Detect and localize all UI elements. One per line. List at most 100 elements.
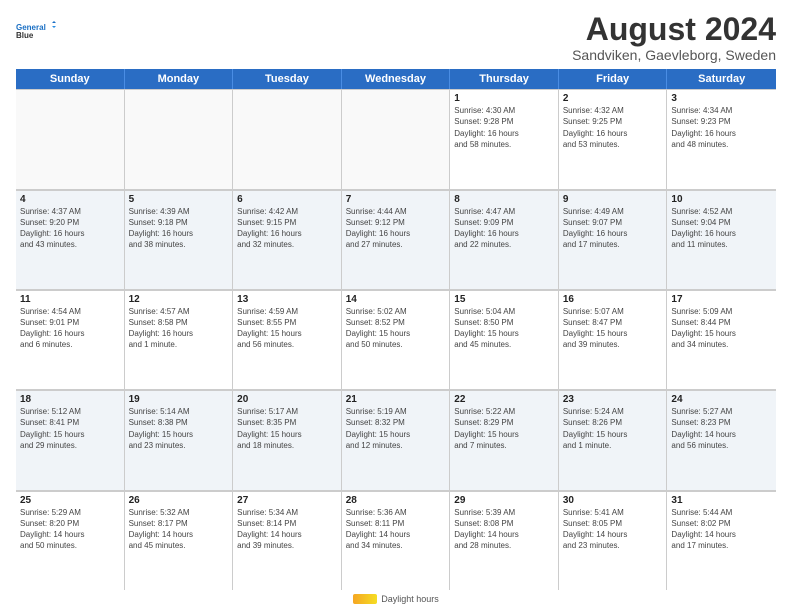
legend-bar	[353, 594, 377, 604]
cell-info: Sunrise: 5:07 AM Sunset: 8:47 PM Dayligh…	[563, 306, 663, 351]
cell-info: Sunrise: 5:12 AM Sunset: 8:41 PM Dayligh…	[20, 406, 120, 451]
cal-cell-w0-d5: 2Sunrise: 4:32 AM Sunset: 9:25 PM Daylig…	[559, 89, 668, 188]
cell-info: Sunrise: 4:54 AM Sunset: 9:01 PM Dayligh…	[20, 306, 120, 351]
day-number: 20	[237, 394, 337, 405]
cal-cell-w0-d6: 3Sunrise: 4:34 AM Sunset: 9:23 PM Daylig…	[667, 89, 776, 188]
cal-cell-w1-d4: 8Sunrise: 4:47 AM Sunset: 9:09 PM Daylig…	[450, 190, 559, 289]
cell-info: Sunrise: 4:42 AM Sunset: 9:15 PM Dayligh…	[237, 206, 337, 251]
cal-cell-w3-d3: 21Sunrise: 5:19 AM Sunset: 8:32 PM Dayli…	[342, 390, 451, 489]
day-number: 30	[563, 495, 663, 506]
cal-row-2: 11Sunrise: 4:54 AM Sunset: 9:01 PM Dayli…	[16, 290, 776, 390]
cal-cell-w2-d2: 13Sunrise: 4:59 AM Sunset: 8:55 PM Dayli…	[233, 290, 342, 389]
day-number: 14	[346, 294, 446, 305]
day-number: 4	[20, 194, 120, 205]
cell-info: Sunrise: 5:34 AM Sunset: 8:14 PM Dayligh…	[237, 507, 337, 552]
day-number: 21	[346, 394, 446, 405]
header-thursday: Thursday	[450, 69, 559, 89]
cal-cell-w2-d0: 11Sunrise: 4:54 AM Sunset: 9:01 PM Dayli…	[16, 290, 125, 389]
cal-cell-w4-d2: 27Sunrise: 5:34 AM Sunset: 8:14 PM Dayli…	[233, 491, 342, 590]
cal-cell-w2-d5: 16Sunrise: 5:07 AM Sunset: 8:47 PM Dayli…	[559, 290, 668, 389]
cell-info: Sunrise: 4:57 AM Sunset: 8:58 PM Dayligh…	[129, 306, 229, 351]
day-number: 25	[20, 495, 120, 506]
cell-info: Sunrise: 5:19 AM Sunset: 8:32 PM Dayligh…	[346, 406, 446, 451]
day-number: 13	[237, 294, 337, 305]
page: General Blue August 2024 Sandviken, Gaev…	[0, 0, 792, 612]
day-number: 11	[20, 294, 120, 305]
day-number: 19	[129, 394, 229, 405]
cell-info: Sunrise: 4:30 AM Sunset: 9:28 PM Dayligh…	[454, 105, 554, 150]
day-number: 22	[454, 394, 554, 405]
logo-svg: General Blue	[16, 12, 56, 48]
cell-info: Sunrise: 4:59 AM Sunset: 8:55 PM Dayligh…	[237, 306, 337, 351]
logo: General Blue	[16, 12, 56, 48]
cell-info: Sunrise: 5:36 AM Sunset: 8:11 PM Dayligh…	[346, 507, 446, 552]
header-saturday: Saturday	[667, 69, 776, 89]
header-sunday: Sunday	[16, 69, 125, 89]
cell-info: Sunrise: 5:22 AM Sunset: 8:29 PM Dayligh…	[454, 406, 554, 451]
cell-info: Sunrise: 5:14 AM Sunset: 8:38 PM Dayligh…	[129, 406, 229, 451]
cal-cell-w4-d0: 25Sunrise: 5:29 AM Sunset: 8:20 PM Dayli…	[16, 491, 125, 590]
day-number: 31	[671, 495, 772, 506]
cal-cell-w2-d4: 15Sunrise: 5:04 AM Sunset: 8:50 PM Dayli…	[450, 290, 559, 389]
cell-info: Sunrise: 4:44 AM Sunset: 9:12 PM Dayligh…	[346, 206, 446, 251]
cell-info: Sunrise: 5:04 AM Sunset: 8:50 PM Dayligh…	[454, 306, 554, 351]
header-tuesday: Tuesday	[233, 69, 342, 89]
cell-info: Sunrise: 4:49 AM Sunset: 9:07 PM Dayligh…	[563, 206, 663, 251]
cell-info: Sunrise: 4:47 AM Sunset: 9:09 PM Dayligh…	[454, 206, 554, 251]
calendar-body: 1Sunrise: 4:30 AM Sunset: 9:28 PM Daylig…	[16, 89, 776, 590]
day-number: 3	[671, 93, 772, 104]
header-monday: Monday	[125, 69, 234, 89]
cal-cell-w2-d6: 17Sunrise: 5:09 AM Sunset: 8:44 PM Dayli…	[667, 290, 776, 389]
cal-cell-w0-d0	[16, 89, 125, 188]
cal-cell-w3-d5: 23Sunrise: 5:24 AM Sunset: 8:26 PM Dayli…	[559, 390, 668, 489]
cell-info: Sunrise: 4:39 AM Sunset: 9:18 PM Dayligh…	[129, 206, 229, 251]
day-number: 18	[20, 394, 120, 405]
day-number: 29	[454, 495, 554, 506]
day-number: 9	[563, 194, 663, 205]
cal-cell-w1-d5: 9Sunrise: 4:49 AM Sunset: 9:07 PM Daylig…	[559, 190, 668, 289]
day-number: 24	[671, 394, 772, 405]
day-number: 2	[563, 93, 663, 104]
cal-row-1: 4Sunrise: 4:37 AM Sunset: 9:20 PM Daylig…	[16, 190, 776, 290]
day-number: 15	[454, 294, 554, 305]
cal-cell-w2-d3: 14Sunrise: 5:02 AM Sunset: 8:52 PM Dayli…	[342, 290, 451, 389]
cell-info: Sunrise: 5:24 AM Sunset: 8:26 PM Dayligh…	[563, 406, 663, 451]
cal-cell-w3-d6: 24Sunrise: 5:27 AM Sunset: 8:23 PM Dayli…	[667, 390, 776, 489]
cell-info: Sunrise: 5:17 AM Sunset: 8:35 PM Dayligh…	[237, 406, 337, 451]
footer-legend: Daylight hours	[353, 594, 439, 604]
cal-row-4: 25Sunrise: 5:29 AM Sunset: 8:20 PM Dayli…	[16, 491, 776, 590]
svg-text:Blue: Blue	[16, 31, 34, 40]
cal-cell-w1-d0: 4Sunrise: 4:37 AM Sunset: 9:20 PM Daylig…	[16, 190, 125, 289]
cal-cell-w4-d5: 30Sunrise: 5:41 AM Sunset: 8:05 PM Dayli…	[559, 491, 668, 590]
cal-cell-w1-d1: 5Sunrise: 4:39 AM Sunset: 9:18 PM Daylig…	[125, 190, 234, 289]
day-number: 6	[237, 194, 337, 205]
day-number: 5	[129, 194, 229, 205]
cal-cell-w3-d4: 22Sunrise: 5:22 AM Sunset: 8:29 PM Dayli…	[450, 390, 559, 489]
day-number: 10	[671, 194, 772, 205]
cal-cell-w0-d3	[342, 89, 451, 188]
cal-cell-w4-d4: 29Sunrise: 5:39 AM Sunset: 8:08 PM Dayli…	[450, 491, 559, 590]
cal-cell-w4-d3: 28Sunrise: 5:36 AM Sunset: 8:11 PM Dayli…	[342, 491, 451, 590]
location: Sandviken, Gaevleborg, Sweden	[572, 47, 776, 63]
cell-info: Sunrise: 4:32 AM Sunset: 9:25 PM Dayligh…	[563, 105, 663, 150]
cell-info: Sunrise: 5:27 AM Sunset: 8:23 PM Dayligh…	[671, 406, 772, 451]
day-number: 1	[454, 93, 554, 104]
header-friday: Friday	[559, 69, 668, 89]
cell-info: Sunrise: 5:32 AM Sunset: 8:17 PM Dayligh…	[129, 507, 229, 552]
cal-cell-w0-d4: 1Sunrise: 4:30 AM Sunset: 9:28 PM Daylig…	[450, 89, 559, 188]
footer: Daylight hours	[16, 590, 776, 604]
day-number: 28	[346, 495, 446, 506]
cal-cell-w3-d2: 20Sunrise: 5:17 AM Sunset: 8:35 PM Dayli…	[233, 390, 342, 489]
cell-info: Sunrise: 4:34 AM Sunset: 9:23 PM Dayligh…	[671, 105, 772, 150]
month-title: August 2024	[572, 12, 776, 47]
day-number: 8	[454, 194, 554, 205]
calendar-header: Sunday Monday Tuesday Wednesday Thursday…	[16, 69, 776, 89]
cal-row-3: 18Sunrise: 5:12 AM Sunset: 8:41 PM Dayli…	[16, 390, 776, 490]
day-number: 23	[563, 394, 663, 405]
cal-cell-w4-d1: 26Sunrise: 5:32 AM Sunset: 8:17 PM Dayli…	[125, 491, 234, 590]
cal-cell-w3-d1: 19Sunrise: 5:14 AM Sunset: 8:38 PM Dayli…	[125, 390, 234, 489]
cal-cell-w1-d2: 6Sunrise: 4:42 AM Sunset: 9:15 PM Daylig…	[233, 190, 342, 289]
cell-info: Sunrise: 4:52 AM Sunset: 9:04 PM Dayligh…	[671, 206, 772, 251]
cell-info: Sunrise: 5:09 AM Sunset: 8:44 PM Dayligh…	[671, 306, 772, 351]
cal-cell-w4-d6: 31Sunrise: 5:44 AM Sunset: 8:02 PM Dayli…	[667, 491, 776, 590]
